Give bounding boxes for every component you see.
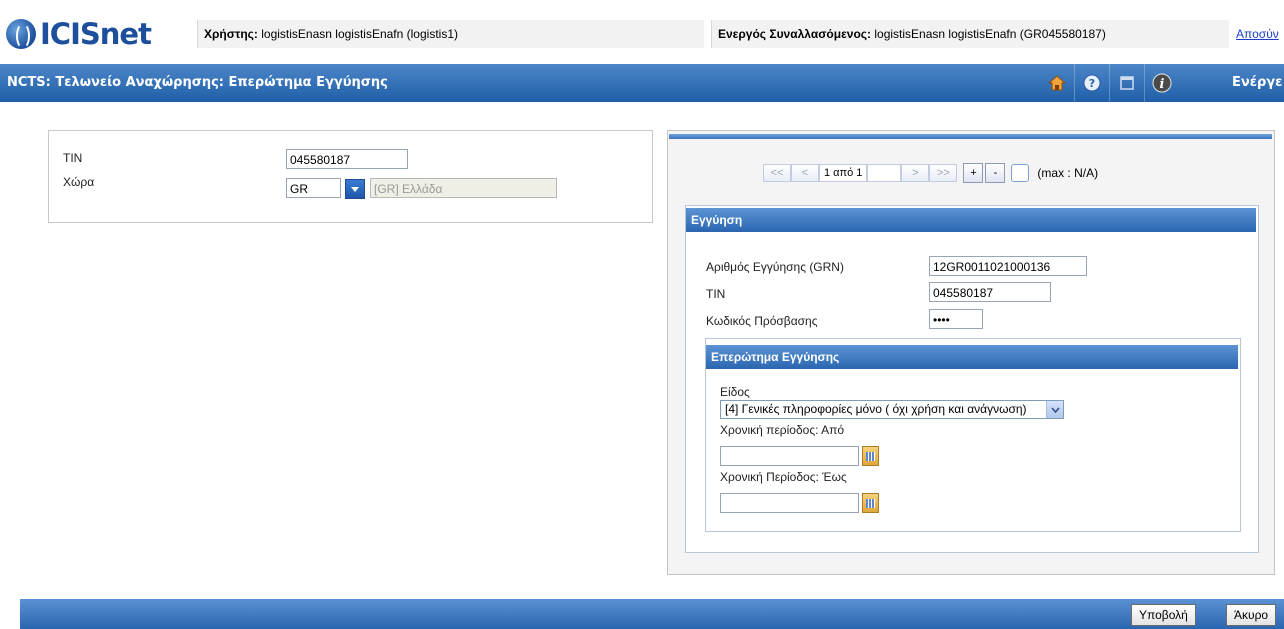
help-button[interactable]: ? xyxy=(1075,64,1110,102)
home-button[interactable] xyxy=(1040,64,1075,102)
period-to-input[interactable] xyxy=(720,493,859,513)
record-count: 1 από 1 xyxy=(819,164,868,182)
type-label: Είδος xyxy=(720,385,750,399)
prev-record-button[interactable]: < xyxy=(791,164,819,182)
last-record-button[interactable]: >> xyxy=(929,164,958,182)
info-icon: i xyxy=(1152,73,1172,93)
max-records-label: (max : N/A) xyxy=(1037,166,1099,180)
access-code-label: Κωδικός Πρόσβασης xyxy=(706,314,818,328)
active-trader-value: logistisEnasn logistisEnafn (GR045580187… xyxy=(874,27,1106,41)
period-from-input[interactable] xyxy=(720,446,859,466)
logo-text: ICISnet xyxy=(40,17,152,51)
user-info: Χρήστης: logistisEnasn logistisEnafn (lo… xyxy=(197,20,704,48)
grn-label: Αριθμός Εγγύησης (GRN) xyxy=(706,260,844,274)
window-button[interactable] xyxy=(1110,64,1145,102)
logout-link[interactable]: Αποσύν xyxy=(1236,20,1279,48)
country-name-field: [GR] Ελλάδα xyxy=(370,178,557,198)
guarantee-tin-input[interactable]: 045580187 xyxy=(929,282,1051,302)
tin-input[interactable]: 045580187 xyxy=(286,149,408,169)
type-select-value: [4] Γενικές πληροφορίες μόνο ( όχι χρήση… xyxy=(725,402,1027,416)
calendar-from-icon[interactable] xyxy=(862,446,879,466)
cancel-button[interactable]: Άκυρο xyxy=(1226,604,1277,626)
panel-top-bar xyxy=(669,134,1272,139)
type-select[interactable]: [4] Γενικές πληροφορίες μόνο ( όχι χρήση… xyxy=(720,400,1064,419)
guarantee-tin-label: TIN xyxy=(706,287,726,301)
country-code-input[interactable]: GR xyxy=(286,178,341,198)
period-to-label: Χρονική Περίοδος: Έως xyxy=(720,470,847,484)
record-pager: << < 1 από 1 > >> + - (max : N/A) xyxy=(763,163,1098,183)
footer-bar: Υποβολή Άκυρο xyxy=(20,599,1284,629)
guarantee-header: Εγγύηση xyxy=(686,208,1256,232)
chevron-down-icon[interactable] xyxy=(1046,401,1063,418)
guarantee-panel: << < 1 από 1 > >> + - (max : N/A) Εγγύησ… xyxy=(667,130,1275,575)
page-title: NCTS: Τελωνείο Αναχώρησης: Επερώτημα Εγγ… xyxy=(7,75,388,90)
window-icon xyxy=(1120,76,1134,90)
top-bar: ICISnet Χρήστης: logistisEnasn logistisE… xyxy=(0,0,1284,62)
select-all-checkbox[interactable] xyxy=(1011,164,1030,182)
active-trader-info: Ενεργός Συναλλασόμενος: logistisEnasn lo… xyxy=(711,20,1229,48)
globe-icon xyxy=(6,19,36,49)
calendar-to-icon[interactable] xyxy=(862,493,879,513)
guarantee-section: Εγγύηση Αριθμός Εγγύησης (GRN) 12GR00110… xyxy=(685,205,1259,553)
user-label: Χρήστης: xyxy=(204,27,258,41)
title-bar: NCTS: Τελωνείο Αναχώρησης: Επερώτημα Εγγ… xyxy=(0,64,1284,102)
user-value: logistisEnasn logistisEnafn (logistis1) xyxy=(261,27,458,41)
period-from-label: Χρονική περίοδος: Από xyxy=(720,423,845,437)
access-code-input[interactable]: •••• xyxy=(929,309,983,329)
country-dropdown-button[interactable] xyxy=(345,179,365,199)
trader-panel: TIN 045580187 Χώρα GR [GR] Ελλάδα xyxy=(48,130,653,223)
active-trader-label: Ενεργός Συναλλασόμενος: xyxy=(718,27,872,41)
submit-button[interactable]: Υποβολή xyxy=(1131,604,1196,626)
first-record-button[interactable]: << xyxy=(763,164,791,182)
guarantee-query-section: Επερώτημα Εγγύησης Είδος [4] Γενικές πλη… xyxy=(705,338,1241,532)
next-record-button[interactable]: > xyxy=(901,164,930,182)
grn-input[interactable]: 12GR0011021000136 xyxy=(929,256,1087,276)
icisnet-logo: ICISnet xyxy=(6,14,152,54)
country-label: Χώρα xyxy=(63,175,95,189)
tin-label: TIN xyxy=(63,151,83,165)
remove-record-button[interactable]: - xyxy=(985,163,1006,183)
add-record-button[interactable]: + xyxy=(963,163,984,183)
info-button[interactable]: i xyxy=(1145,64,1179,102)
guarantee-query-header: Επερώτημα Εγγύησης xyxy=(706,345,1238,369)
pager-spacer xyxy=(867,164,902,182)
help-icon: ? xyxy=(1083,74,1101,92)
svg-text:?: ? xyxy=(1089,77,1095,90)
active-menu-label[interactable]: Ενέργε xyxy=(1232,64,1282,102)
svg-text:i: i xyxy=(1160,77,1165,92)
home-icon xyxy=(1048,75,1066,91)
